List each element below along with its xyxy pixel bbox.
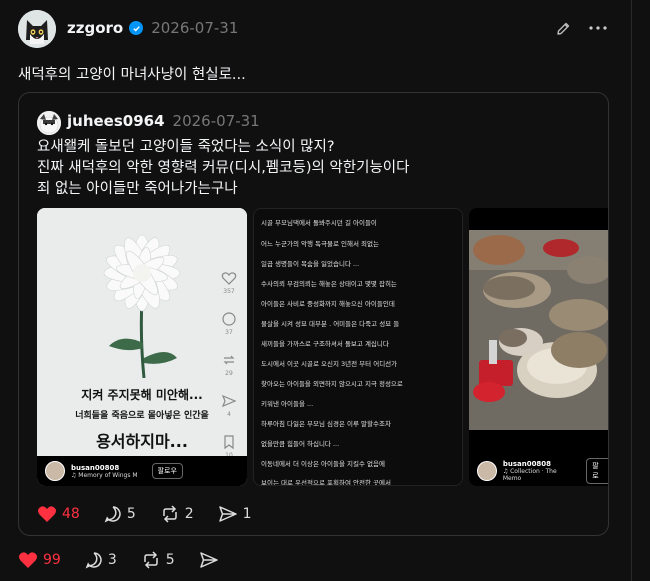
reel-music: ♫ Collection · The Memo xyxy=(502,468,557,482)
quoted-text-line: 죄 없는 아이들만 죽어나가는구나 xyxy=(37,181,238,197)
post-header: zzgoro 2026-07-31 xyxy=(67,19,238,37)
comment-button[interactable]: 5 xyxy=(104,505,136,523)
reel-footer: busan00808 ♫ Collection · The Memo 팔로 xyxy=(469,456,608,486)
comment-icon xyxy=(85,552,102,569)
like-count: 99 xyxy=(43,552,61,568)
comment-icon[interactable] xyxy=(221,311,237,327)
reel-action-rail: 357 37 29 4 10 xyxy=(221,270,237,473)
bookmark-icon[interactable] xyxy=(221,434,237,450)
share-count: 1 xyxy=(242,506,252,522)
repost-icon[interactable] xyxy=(221,352,237,368)
share-button[interactable]: 1 xyxy=(218,505,252,523)
author-avatar[interactable] xyxy=(18,10,56,48)
reel-comment-count: 37 xyxy=(225,329,233,336)
image-text-line: 시골 부모님댁에서 돌봐주시던 길 아이들이 xyxy=(261,219,377,227)
media-text-image[interactable]: 시골 부모님댁에서 돌봐주시던 길 아이들이 어느 누군가의 악행 독극물로 인… xyxy=(253,208,463,486)
image-text-line: 아이들은 사비로 중성화까지 해놓으신 아이들인데 xyxy=(261,300,395,308)
repost-button[interactable]: 2 xyxy=(160,505,194,523)
quoted-post-body: 요새왤케 돌보던 고양이들 죽었다는 소식이 많지? 진짜 새덕후의 악한 영향… xyxy=(37,137,409,200)
post-body-text: 새덕후의 고양이 마녀사냥이 현실로... xyxy=(18,67,246,83)
repost-count: 5 xyxy=(165,552,175,568)
comment-button[interactable]: 3 xyxy=(85,551,117,569)
follow-button[interactable]: 팔로우 xyxy=(151,463,183,479)
reel-caption-line: 지켜 주지못해 미안해... xyxy=(81,388,203,402)
reel-like-count: 357 xyxy=(223,288,235,295)
quoted-post-date: 2026-07-31 xyxy=(172,112,260,130)
comment-icon xyxy=(104,506,121,523)
image-text-line: 찾아오는 아이들을 외면하지 않으시고 지극 정성으로 xyxy=(261,380,403,388)
verified-badge-icon xyxy=(129,21,144,35)
heart-icon[interactable] xyxy=(221,270,237,286)
quoted-author-username[interactable]: juhees0964 xyxy=(67,112,165,130)
follow-button[interactable]: 팔로 xyxy=(586,458,608,484)
media-chrysanthemum-reel[interactable]: 지켜 주지못해 미안해... 너희들을 죽음으로 몰아넣은 인간을 용서하지마.… xyxy=(37,208,247,486)
image-text-line: 없을만큼 힘들어 하십니다 ... xyxy=(261,440,340,448)
send-icon xyxy=(218,506,237,522)
reel-author-name[interactable]: busan00808 xyxy=(503,460,576,468)
reel-author-avatar[interactable] xyxy=(477,461,497,481)
repost-icon xyxy=(144,551,158,569)
quoted-text-line: 진짜 새덕후의 악한 영향력 커뮤(디시,펨코등)의 악한기능이다 xyxy=(37,160,410,176)
reel-caption-line: 너희들을 죽음으로 몰아넣은 인간을 xyxy=(75,411,209,421)
heart-filled-icon xyxy=(18,552,38,568)
more-options-icon[interactable] xyxy=(586,18,610,38)
image-text-line: 하루아침 다잃은 부모님 심경은 이루 말할수조차 xyxy=(261,420,391,428)
send-icon xyxy=(199,552,218,568)
post-date: 2026-07-31 xyxy=(151,19,239,37)
quoted-author-avatar[interactable] xyxy=(37,111,61,135)
quoted-text-line: 요새왤케 돌보던 고양이들 죽었다는 소식이 많지? xyxy=(37,139,335,155)
heart-filled-icon xyxy=(37,506,57,522)
thread-post: zzgoro 2026-07-31 새덕후의 고양이 마녀사냥이 현실로... … xyxy=(0,0,632,581)
image-text-line: 이동네에서 더 이상은 아이들을 지킬수 없음에 xyxy=(261,460,385,468)
media-cats-reel[interactable]: busan00808 ♫ Collection · The Memo 팔로 xyxy=(469,208,608,486)
image-text-line: 보이는 대로 우선적으로 포획하여 안전한 곳에서 xyxy=(261,479,391,486)
reel-repost-count: 29 xyxy=(225,370,233,377)
like-button[interactable]: 48 xyxy=(37,505,80,523)
quoted-post-actions: 48 5 2 1 xyxy=(37,505,276,523)
repost-count: 2 xyxy=(184,506,194,522)
repost-icon xyxy=(163,505,177,523)
chrysanthemum-image xyxy=(37,208,247,378)
author-username[interactable]: zzgoro xyxy=(67,19,123,37)
reel-author-avatar[interactable] xyxy=(45,461,65,481)
image-text-line: 키워낸 아이들을 ... xyxy=(261,400,314,408)
send-icon[interactable] xyxy=(221,393,237,409)
reel-footer: busan00808 ♫ Memory of Wings M 팔로우 xyxy=(37,456,247,486)
reel-music: ♫ Memory of Wings M xyxy=(71,471,138,479)
like-button[interactable]: 99 xyxy=(18,551,61,569)
cats-photo xyxy=(469,230,608,430)
image-text-line: 일곱 생명들이 목숨을 잃었습니다 ... xyxy=(261,260,360,268)
image-text-line: 어느 누군가의 악행 독극물로 인해서 죄없는 xyxy=(261,240,379,248)
comment-count: 3 xyxy=(107,552,117,568)
edit-icon[interactable] xyxy=(553,19,573,39)
image-text-line: 새끼들을 가까스로 구조하셔서 돌보고 계십니다 xyxy=(261,340,389,348)
reel-caption-line: 용서하지마... xyxy=(96,432,188,451)
post-actions: 99 3 5 xyxy=(18,551,243,569)
like-count: 48 xyxy=(62,506,80,522)
share-button[interactable] xyxy=(199,551,219,569)
image-text-line: 수사의뢰 부검의뢰는 해놓은 상태이고 몇몇 잡히는 xyxy=(261,280,397,288)
comment-count: 5 xyxy=(126,506,136,522)
image-text-line: 도시에서 이곳 시골로 오신지 3년전 부터 어디선가 xyxy=(261,360,398,368)
repost-button[interactable]: 5 xyxy=(141,551,175,569)
image-text-line: 물살을 시켜 성묘 대부분 . 어미들은 다죽고 성묘 들 xyxy=(261,320,400,328)
reel-author-name[interactable]: busan00808 xyxy=(71,464,138,472)
reel-share-count: 4 xyxy=(227,411,231,418)
quoted-post-header: juhees0964 2026-07-31 xyxy=(67,112,260,130)
quoted-post[interactable]: juhees0964 2026-07-31 요새왤케 돌보던 고양이들 죽었다는… xyxy=(18,92,609,536)
